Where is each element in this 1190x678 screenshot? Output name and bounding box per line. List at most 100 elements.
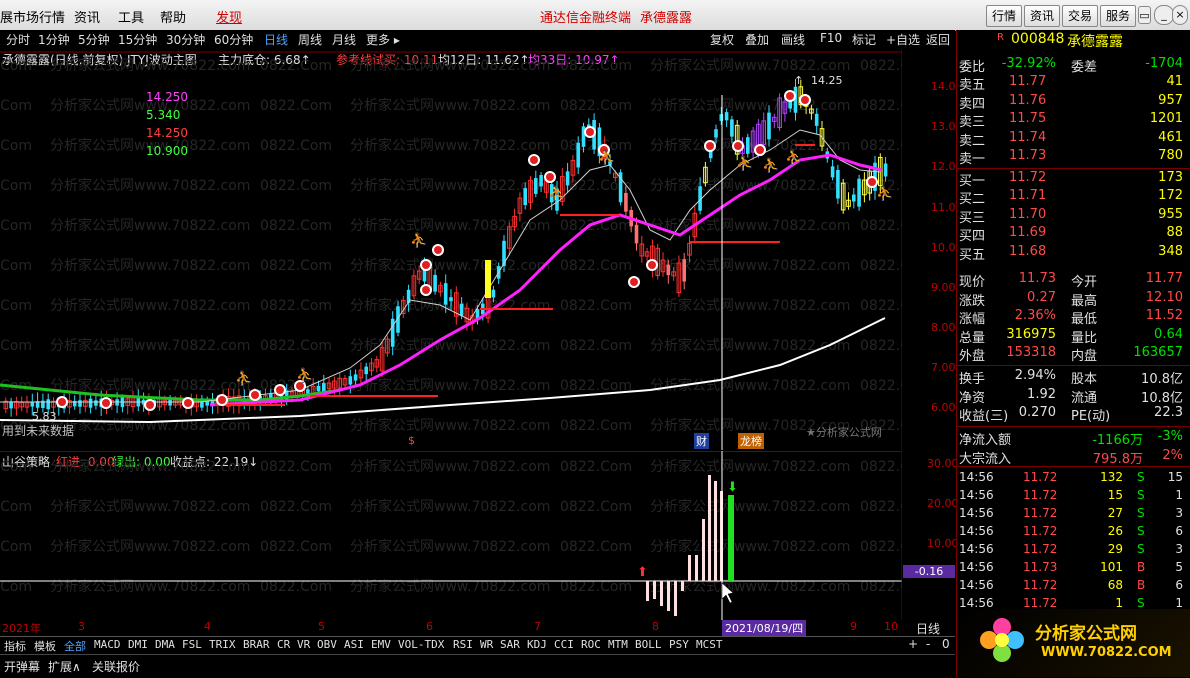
related-quotes-button[interactable]: 关联报价 [92,658,140,675]
indicator-tab[interactable]: VOL-TDX [398,638,444,651]
indicator-tab[interactable]: DMA [155,638,175,651]
indicator-tab[interactable]: RSI [453,638,473,651]
indicator-tab[interactable]: 全部 [64,638,86,654]
indicator-tab[interactable]: CR [277,638,290,651]
bid-row[interactable]: 买二 11.71 172 [957,188,1190,207]
indicator-tab[interactable]: VR [297,638,310,651]
ask-row[interactable]: 卖五 11.77 41 [957,74,1190,93]
indicator-tab[interactable]: DMI [128,638,148,651]
btn-draw-line[interactable]: 画线 [781,31,805,48]
expand-button[interactable]: 扩展∧ [48,658,81,675]
btn-trade[interactable]: 交易 [1062,5,1098,27]
btn-back[interactable]: 返回 [926,31,950,48]
btn-quote[interactable]: 行情 [986,5,1022,27]
indicator-tab[interactable]: CCI [554,638,574,651]
candle-body [364,366,368,375]
peak-price-label: 14.25 [811,74,843,87]
price-tick: 8.00 [931,321,956,334]
zoom-out-button[interactable]: - [926,637,930,651]
period-daily[interactable]: 日线 [264,31,288,48]
indicator-tab[interactable]: MACD [94,638,121,651]
flow-percent: -3% [1157,429,1183,444]
dragon-tiger-marker[interactable]: 龙榜 [738,433,764,449]
btn-mark[interactable]: 标记 [852,31,876,48]
bullet-comments-toggle[interactable]: 开弹幕 [4,658,40,675]
stat-label: 涨跌 [959,293,986,309]
indicator-tab[interactable]: ROC [581,638,601,651]
indicator-tab[interactable]: OBV [317,638,337,651]
indicator-chart[interactable]: 0822.Com 分析家公式网www.70822.com 0822.Com 分析家公式… [0,451,902,620]
indicator-tab[interactable]: TRIX [209,638,236,651]
bid-label: 买四 [959,229,986,244]
svg-text:0822.Com: 0822.Com [860,378,902,394]
indicator-tab[interactable]: ASI [344,638,364,651]
finance-marker[interactable]: 财 [694,433,709,449]
bid-price: 11.72 [1009,169,1047,185]
period-more[interactable]: 更多 ▸ [366,31,400,48]
period-tick[interactable]: 分时 [6,31,30,48]
zoom-in-button[interactable]: + [908,637,918,651]
minimize-icon[interactable]: _ [1154,5,1174,25]
runner-icon: ⛹ [410,231,427,249]
btn-f10[interactable]: F10 [820,31,842,45]
indicator-tab[interactable]: BRAR [243,638,270,651]
stat-label: 收益(三) [959,409,1009,425]
period-weekly[interactable]: 周线 [298,31,322,48]
legend-value-3: 14.250 [146,126,188,140]
reset-zoom-button[interactable]: 0 [942,637,950,651]
app-title: 通达信金融终端 [540,11,632,26]
bid-row[interactable]: 买三 11.70 955 [957,207,1190,226]
indicator-tab[interactable]: FSL [182,638,202,651]
period-30min[interactable]: 30分钟 [166,31,205,48]
menu-news[interactable]: 资讯 [74,7,100,26]
svg-text:0822.Com: 0822.Com [0,258,32,274]
period-monthly[interactable]: 月线 [332,31,356,48]
close-icon[interactable]: × [1172,5,1188,25]
indicator-tab[interactable]: SAR [500,638,520,651]
window-icon[interactable]: ▭ [1138,6,1151,24]
candlestick-chart[interactable]: 0822.Com 分析家公式网www.70822.com 0822.Com 分析家公式… [0,50,902,450]
ask-row[interactable]: 卖三 11.75 1201 [957,111,1190,130]
bid-row[interactable]: 买四 11.69 88 [957,225,1190,244]
btn-info[interactable]: 资讯 [1024,5,1060,27]
ask-row[interactable]: 卖一 11.73 780 [957,148,1190,167]
svg-text:分析家公式网www.70822.com: 分析家公式网www.70822.com [350,137,550,154]
svg-text:分析家公式网www.70822.com: 分析家公式网www.70822.com [650,257,850,274]
period-indicator[interactable]: 日线 [916,620,940,637]
tick-time: 14:56 [959,578,994,592]
menu-tools[interactable]: 工具 [118,7,144,26]
period-1min[interactable]: 1分钟 [38,31,70,48]
period-60min[interactable]: 60分钟 [214,31,253,48]
histogram-bar [702,519,705,581]
indicator-tab[interactable]: MTM [608,638,628,651]
period-15min[interactable]: 15分钟 [118,31,157,48]
indicator-tab[interactable]: EMV [371,638,391,651]
indicator-tab[interactable]: PSY [669,638,689,651]
btn-restore-rights[interactable]: 复权 [710,31,734,48]
candle-body [433,274,437,292]
menu-help[interactable]: 帮助 [160,7,186,26]
btn-service[interactable]: 服务 [1100,5,1136,27]
ask-label: 卖三 [959,115,986,130]
ask-row[interactable]: 卖四 11.76 957 [957,93,1190,112]
svg-text:0822.Com: 0822.Com [560,338,632,354]
indicator-tab[interactable]: 模板 [34,638,56,654]
menu-market[interactable]: 展市场行情 [0,7,65,26]
ask-row[interactable]: 卖二 11.74 461 [957,130,1190,149]
indicator-tab[interactable]: WR [480,638,493,651]
tick-volume: 132 [1100,470,1123,484]
legend-value-4: 10.900 [146,144,188,158]
indicator-tab[interactable]: 指标 [4,638,26,654]
candle-body [502,240,506,267]
bid-row[interactable]: 买一 11.72 173 [957,169,1190,189]
price-tick: 9.00 [931,281,956,294]
menu-discover[interactable]: 发现 [216,7,242,26]
tick-side: S [1137,524,1145,538]
bid-row[interactable]: 买五 11.68 348 [957,244,1190,263]
indicator-tab[interactable]: KDJ [527,638,547,651]
indicator-tab[interactable]: MCST [696,638,723,651]
period-5min[interactable]: 5分钟 [78,31,110,48]
btn-add-watchlist[interactable]: +自选 [886,31,920,48]
btn-overlay[interactable]: 叠加 [745,31,769,48]
indicator-tab[interactable]: BOLL [635,638,662,651]
